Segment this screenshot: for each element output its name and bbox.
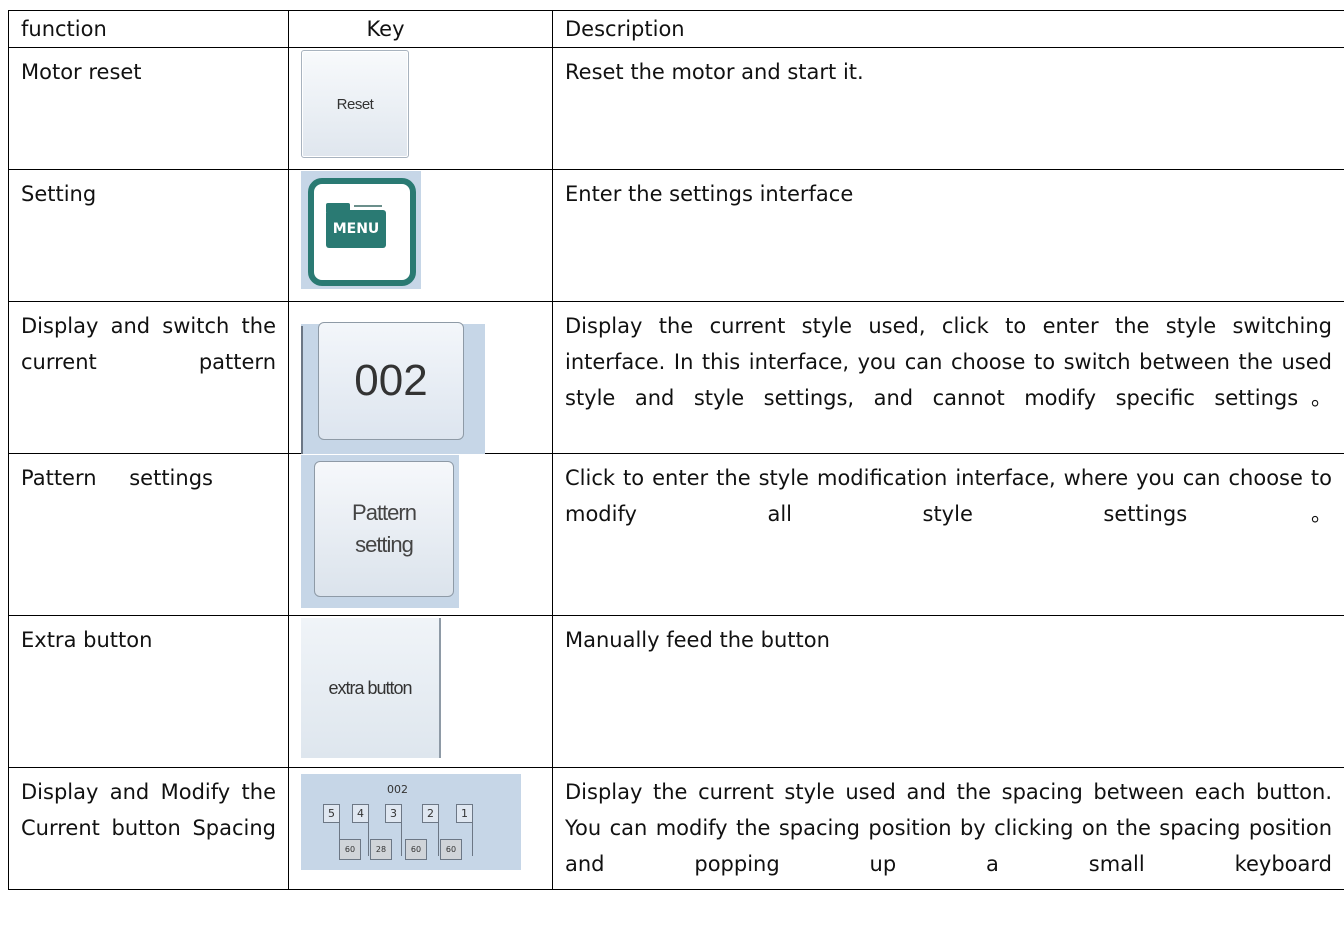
function-text: Display and Modify the Current button Sp… (21, 780, 276, 840)
connector-line (438, 822, 439, 856)
button-position: 4 (352, 804, 369, 823)
connector-line (472, 822, 473, 856)
function-text: Extra button (21, 628, 153, 652)
header-key-cell: Key (288, 10, 553, 48)
function-text: Setting (21, 182, 97, 206)
header-function: function (21, 17, 107, 41)
function-cell: Extra button (8, 615, 289, 768)
connector-line (401, 822, 402, 856)
button-position: 2 (422, 804, 439, 823)
function-cell: Display and switch the current pattern (8, 301, 289, 454)
folder-tab-line (354, 205, 382, 207)
function-text: Display and switch the current pattern (21, 314, 276, 374)
function-cell: Setting (8, 169, 289, 302)
key-cell: extra button (288, 615, 553, 768)
pattern-number-button[interactable]: 002 (318, 322, 464, 440)
pattern-setting-button[interactable]: Pattern setting (314, 461, 454, 597)
table-row: Pattern settings Pattern setting Click t… (8, 453, 1344, 616)
key-cell: 002 5 4 3 2 1 60 28 60 60 (288, 767, 553, 890)
connector-line (368, 822, 369, 856)
button-spacing-panel: 002 5 4 3 2 1 60 28 60 60 (301, 774, 521, 870)
header-row: function Key Description (8, 10, 1344, 48)
function-cell: Pattern settings (8, 453, 289, 616)
header-key: Key (366, 17, 405, 41)
menu-icon: MENU (308, 178, 416, 286)
spacing-value-field[interactable]: 60 (440, 839, 462, 860)
description-text: Display the current style used, click to… (565, 314, 1332, 410)
description-cell: Click to enter the style modification in… (552, 453, 1344, 616)
menu-label: MENU (326, 210, 386, 248)
spacing-pattern-number: 002 (387, 783, 408, 796)
extra-button[interactable]: extra button (301, 618, 441, 758)
button-position: 1 (456, 804, 473, 823)
description-text: Reset the motor and start it. (565, 60, 864, 84)
function-text: Motor reset (21, 60, 142, 84)
description-cell: Enter the settings interface (552, 169, 1344, 302)
key-cell: 002 (288, 301, 553, 454)
description-cell: Reset the motor and start it. (552, 47, 1344, 170)
description-cell: Display the current style used and the s… (552, 767, 1344, 890)
table-row: Setting MENU Enter the settings interfac… (8, 169, 1344, 302)
key-cell: Reset (288, 47, 553, 170)
button-position: 5 (323, 804, 340, 823)
function-text: Pattern settings (21, 466, 213, 490)
pattern-setting-key: Pattern setting (301, 455, 459, 608)
spacing-value-field[interactable]: 60 (405, 839, 427, 860)
spacing-value-field[interactable]: 60 (339, 839, 361, 860)
pattern-display-key: 002 (301, 322, 485, 454)
spacing-value-field[interactable]: 28 (370, 839, 392, 860)
description-cell: Manually feed the button (552, 615, 1344, 768)
key-edge (301, 326, 303, 454)
description-text: Enter the settings interface (565, 182, 854, 206)
reset-button[interactable]: Reset (301, 50, 409, 158)
description-text: Display the current style used and the s… (565, 780, 1332, 876)
header-description-cell: Description (552, 10, 1344, 48)
description-text: Click to enter the style modification in… (565, 466, 1332, 526)
description-cell: Display the current style used, click to… (552, 301, 1344, 454)
function-cell: Display and Modify the Current button Sp… (8, 767, 289, 890)
function-cell: Motor reset (8, 47, 289, 170)
function-key-table: function Key Description Motor reset Res… (8, 10, 1344, 890)
button-position: 3 (385, 804, 402, 823)
table-row: Extra button extra button Manually feed … (8, 615, 1344, 768)
key-cell: Pattern setting (288, 453, 553, 616)
menu-button[interactable]: MENU (301, 171, 421, 289)
table-row: Motor reset Reset Reset the motor and st… (8, 47, 1344, 170)
header-function-cell: function (8, 10, 289, 48)
key-cell: MENU (288, 169, 553, 302)
header-description: Description (565, 17, 685, 41)
table-row: Display and Modify the Current button Sp… (8, 767, 1344, 890)
table-row: Display and switch the current pattern 0… (8, 301, 1344, 454)
description-text: Manually feed the button (565, 628, 830, 652)
